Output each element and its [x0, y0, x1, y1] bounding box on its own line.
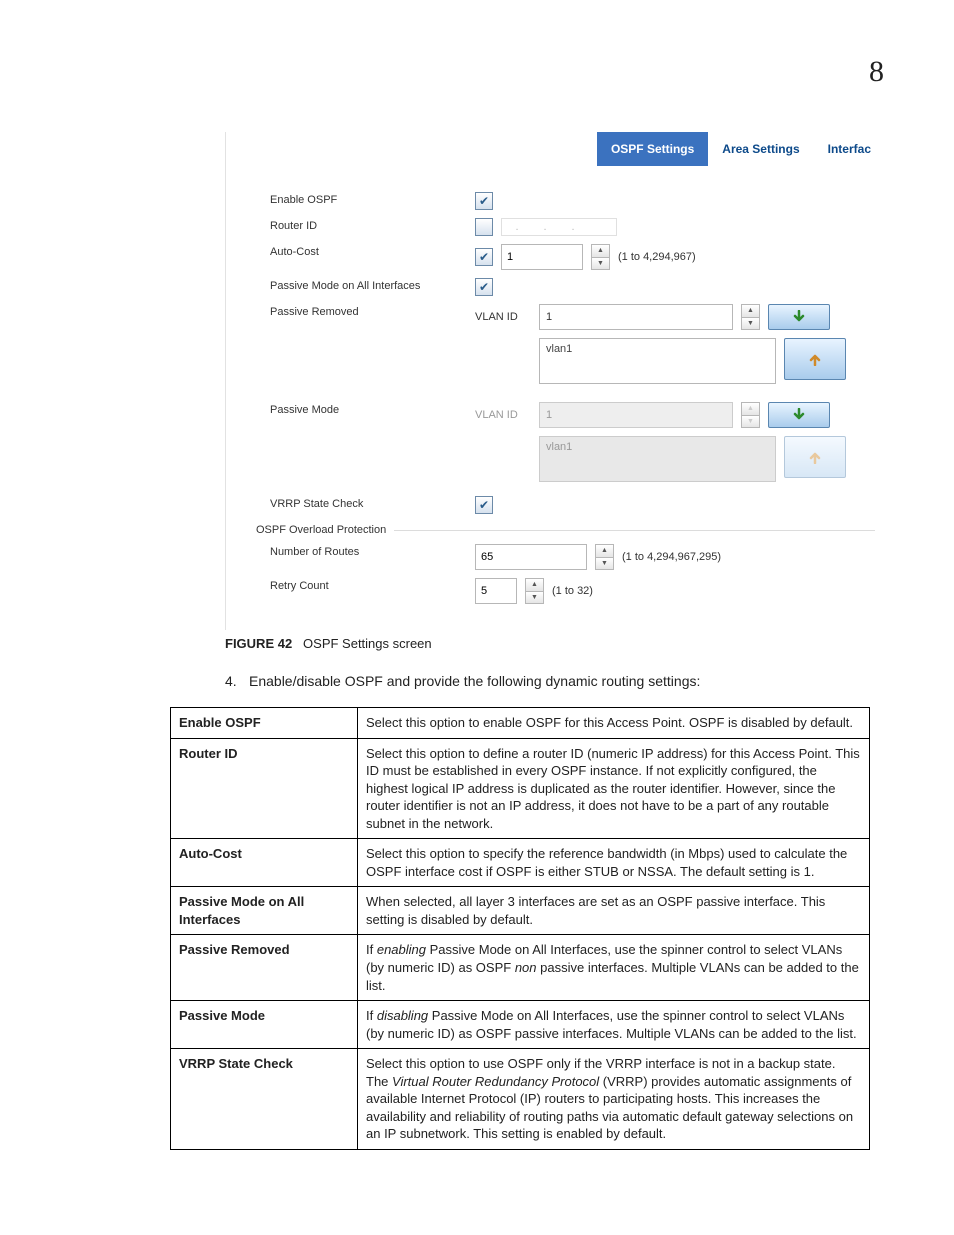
list-passive-removed[interactable]: vlan1: [539, 338, 776, 384]
label-auto-cost: Auto-Cost: [256, 244, 475, 258]
label-passive-all: Passive Mode on All Interfaces: [256, 278, 475, 292]
add-vlan-button-2[interactable]: [768, 402, 830, 428]
figure-title: OSPF Settings screen: [303, 636, 432, 651]
table-row: Auto-CostSelect this option to specify t…: [171, 839, 870, 887]
input-retry[interactable]: [475, 578, 517, 604]
step-4: 4.Enable/disable OSPF and provide the fo…: [225, 673, 884, 689]
tab-interface[interactable]: Interfac: [814, 132, 885, 166]
term-cell: Enable OSPF: [171, 708, 358, 739]
label-enable-ospf: Enable OSPF: [256, 192, 475, 206]
spinner-vlan-2: ▲▼: [741, 402, 760, 428]
tab-area-settings[interactable]: Area Settings: [708, 132, 813, 166]
checkbox-enable-ospf[interactable]: ✔: [475, 192, 493, 210]
input-vlan-id-2: 1: [539, 402, 733, 428]
spinner-vlan-1[interactable]: ▲▼: [741, 304, 760, 330]
ospf-settings-screenshot: OSPF Settings Area Settings Interfac Ena…: [225, 132, 885, 630]
step-text: Enable/disable OSPF and provide the foll…: [249, 673, 700, 689]
remove-vlan-button-2: [784, 436, 846, 478]
term-cell: Passive Mode: [171, 1001, 358, 1049]
checkbox-router-id[interactable]: [475, 218, 493, 236]
checkbox-vrrp[interactable]: ✔: [475, 496, 493, 514]
table-row: Enable OSPFSelect this option to enable …: [171, 708, 870, 739]
remove-vlan-button-1[interactable]: [784, 338, 846, 380]
label-passive-mode: Passive Mode: [256, 402, 475, 416]
label-passive-removed: Passive Removed: [256, 304, 475, 318]
term-cell: Auto-Cost: [171, 839, 358, 887]
table-row: Passive ModeIf disabling Passive Mode on…: [171, 1001, 870, 1049]
term-cell: Passive Mode on All Interfaces: [171, 887, 358, 935]
divider: [394, 530, 875, 531]
up-arrow-icon: [808, 352, 822, 366]
definition-cell: Select this option to define a router ID…: [358, 738, 870, 839]
tab-bar: OSPF Settings Area Settings Interfac: [226, 132, 885, 166]
table-row: Passive Mode on All InterfacesWhen selec…: [171, 887, 870, 935]
add-vlan-button-1[interactable]: [768, 304, 830, 330]
group-ospf-overload: OSPF Overload Protection: [256, 524, 386, 536]
spinner-retry[interactable]: ▲▼: [525, 578, 544, 604]
label-vrrp: VRRP State Check: [256, 496, 475, 510]
down-arrow-icon: [792, 408, 806, 422]
label-vlan-id-1: VLAN ID: [475, 311, 531, 323]
list-passive-mode: vlan1: [539, 436, 776, 482]
table-row: VRRP State CheckSelect this option to us…: [171, 1049, 870, 1150]
figure-caption: FIGURE 42 OSPF Settings screen: [225, 636, 884, 651]
page-number: 8: [869, 55, 884, 89]
label-vlan-id-2: VLAN ID: [475, 409, 531, 421]
hint-num-routes: (1 to 4,294,967,295): [622, 551, 721, 563]
definition-cell: Select this option to enable OSPF for th…: [358, 708, 870, 739]
table-row: Passive RemovedIf enabling Passive Mode …: [171, 935, 870, 1001]
input-vlan-id-1[interactable]: 1: [539, 304, 733, 330]
label-num-routes: Number of Routes: [256, 544, 475, 558]
term-cell: Router ID: [171, 738, 358, 839]
table-row: Router IDSelect this option to define a …: [171, 738, 870, 839]
figure-number: FIGURE 42: [225, 636, 292, 651]
term-cell: Passive Removed: [171, 935, 358, 1001]
input-num-routes[interactable]: [475, 544, 587, 570]
input-auto-cost[interactable]: [501, 244, 583, 270]
label-retry: Retry Count: [256, 578, 475, 592]
down-arrow-icon: [792, 310, 806, 324]
definitions-table: Enable OSPFSelect this option to enable …: [170, 707, 870, 1150]
checkbox-passive-all[interactable]: ✔: [475, 278, 493, 296]
definition-cell: Select this option to specify the refere…: [358, 839, 870, 887]
hint-retry: (1 to 32): [552, 585, 593, 597]
hint-auto-cost: (1 to 4,294,967): [618, 251, 696, 263]
router-id-input[interactable]: ...: [501, 218, 617, 236]
spinner-auto-cost[interactable]: ▲▼: [591, 244, 610, 270]
spinner-num-routes[interactable]: ▲▼: [595, 544, 614, 570]
definition-cell: Select this option to use OSPF only if t…: [358, 1049, 870, 1150]
tab-ospf-settings[interactable]: OSPF Settings: [597, 132, 708, 166]
up-arrow-icon: [808, 450, 822, 464]
label-router-id: Router ID: [256, 218, 475, 232]
definition-cell: If enabling Passive Mode on All Interfac…: [358, 935, 870, 1001]
definition-cell: If disabling Passive Mode on All Interfa…: [358, 1001, 870, 1049]
step-number: 4.: [225, 673, 249, 689]
definition-cell: When selected, all layer 3 interfaces ar…: [358, 887, 870, 935]
checkbox-auto-cost[interactable]: ✔: [475, 248, 493, 266]
term-cell: VRRP State Check: [171, 1049, 358, 1150]
